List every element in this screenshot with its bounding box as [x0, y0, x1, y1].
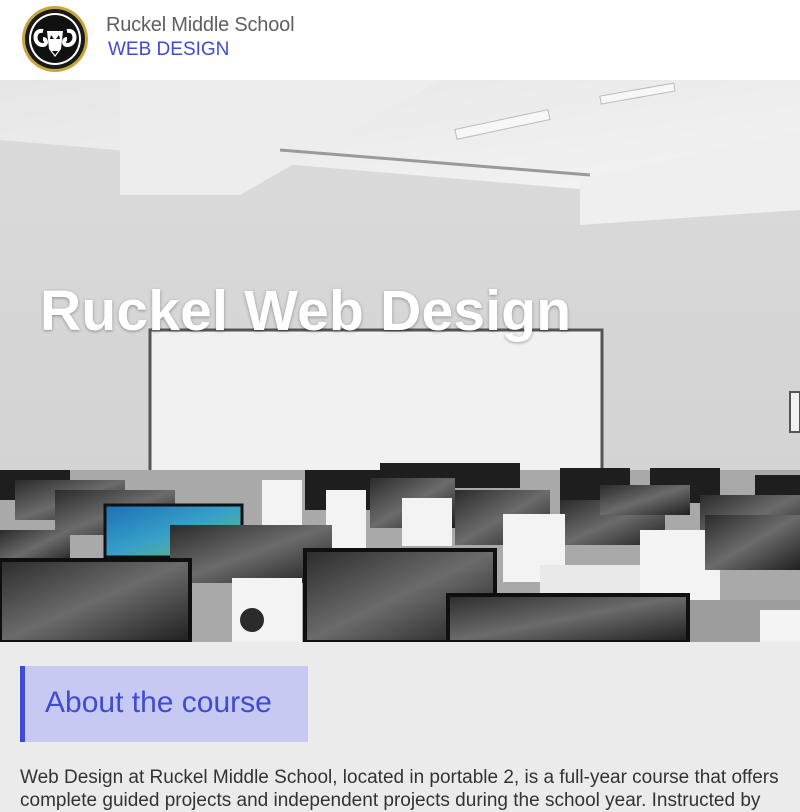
about-paragraph-line: Web Design at Ruckel Middle School, loca… [20, 767, 779, 788]
about-heading-box: About the course [20, 666, 308, 742]
school-name[interactable]: Ruckel Middle School [106, 14, 295, 37]
about-paragraph: Web Design at Ruckel Middle School, loca… [20, 766, 800, 812]
site-name-link[interactable]: WEB DESIGN [108, 39, 229, 61]
hero-title: Ruckel Web Design [40, 279, 572, 343]
ram-logo-icon[interactable] [22, 6, 88, 72]
about-heading: About the course [45, 686, 272, 719]
ram-logo-graphic [25, 9, 85, 69]
computer-lab-photo [0, 80, 800, 642]
about-paragraph-line: complete guided projects and independent… [20, 790, 761, 811]
site-header: Ruckel Middle School WEB DESIGN [0, 0, 800, 80]
hero-banner: Ruckel Web Design [0, 80, 800, 642]
